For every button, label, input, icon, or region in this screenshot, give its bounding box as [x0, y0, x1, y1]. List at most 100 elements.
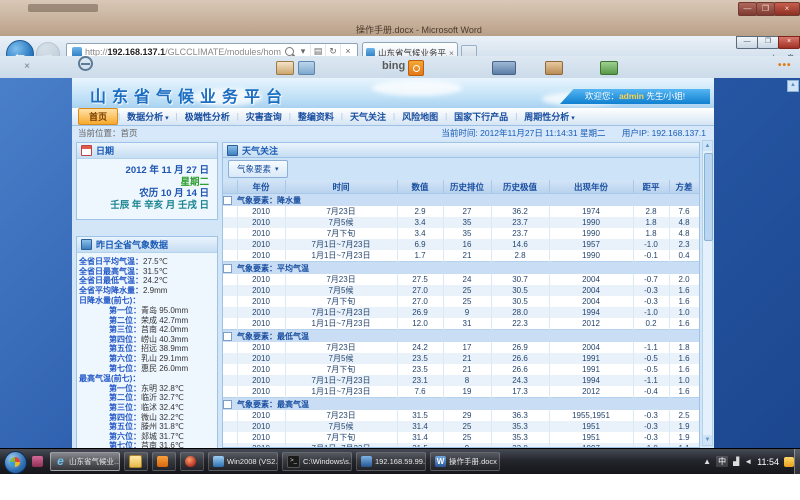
nav-item-6[interactable]: 风险地图: [395, 108, 445, 125]
nav-item-3[interactable]: 灾害查询: [239, 108, 289, 125]
row-checkbox-cell: [223, 206, 237, 217]
word-maximize-button[interactable]: ❐: [756, 2, 775, 16]
ime-indicator[interactable]: 中: [716, 456, 728, 467]
table-row[interactable]: 20107月1日~7月23日23.1824.31994-1.11.0: [223, 375, 699, 386]
taskbar-button-folder[interactable]: [124, 452, 148, 471]
mail-addon-icon[interactable]: [298, 61, 315, 75]
pinned-app-icon[interactable]: [32, 456, 43, 467]
scrollbar-down-icon[interactable]: ▼: [703, 435, 712, 445]
rank-value: 青岛 95.0mm: [141, 306, 188, 315]
taskbar-clock[interactable]: 11:54: [757, 457, 779, 467]
tray-caret-icon[interactable]: ▲: [703, 457, 711, 466]
group-row[interactable]: 气象要素：最高气温: [223, 398, 699, 411]
table-row[interactable]: 20107月23日2.92736.219742.87.6: [223, 206, 699, 217]
puzzle-addon-icon[interactable]: [600, 61, 618, 75]
group-row[interactable]: 气象要素：降水量: [223, 194, 699, 207]
word-window-titlebar: 操作手册.docx - Microsoft Word — ❐ ×: [0, 0, 800, 36]
table-cell: 1.0: [669, 307, 699, 318]
taskbar-button-app[interactable]: [152, 452, 176, 471]
contacts-addon-icon[interactable]: [545, 61, 563, 75]
bing-search-icon[interactable]: [408, 60, 424, 76]
nav-item-8[interactable]: 周期性分析▾: [517, 108, 582, 125]
table-cell: 2010: [237, 375, 285, 386]
nav-item-5[interactable]: 天气关注: [343, 108, 393, 125]
more-options-dots-icon[interactable]: •••: [778, 60, 792, 71]
date-panel: 日期 2012 年 11 月 27 日 星期二 农历 10 月 14 日 壬辰 …: [76, 142, 218, 220]
nav-item-0[interactable]: 首页: [78, 108, 118, 125]
table-cell: -0.4: [633, 386, 669, 398]
nav-item-1[interactable]: 数据分析▾: [120, 108, 176, 125]
start-button[interactable]: [4, 451, 27, 474]
scrollbar-thumb[interactable]: [704, 153, 713, 241]
browser-minimize-button[interactable]: —: [736, 36, 758, 49]
rank-label: 第一位：: [109, 384, 141, 393]
table-row[interactable]: 20101月1日~7月23日12.03122.320120.21.6: [223, 318, 699, 330]
table-cell: 35.3: [491, 421, 549, 432]
rank-value: 微山 32.2℃: [141, 413, 184, 422]
table-row[interactable]: 20107月1日~7月23日6.91614.61957-1.02.3: [223, 239, 699, 250]
table-cell: 2012: [549, 318, 633, 330]
rank-section-title: 日降水量(前七)：: [79, 296, 215, 306]
expand-checkbox-icon[interactable]: [223, 400, 232, 409]
word-close-button[interactable]: ×: [774, 2, 800, 16]
table-row[interactable]: 20107月23日27.52430.72004-0.72.0: [223, 274, 699, 285]
element-dropdown-button[interactable]: 气象要素 ▾: [228, 160, 288, 178]
rank-label: 第六位：: [109, 432, 141, 441]
table-cell: -0.7: [633, 274, 669, 285]
browser-maximize-button[interactable]: ❐: [757, 36, 779, 49]
nav-item-7[interactable]: 国家下行产品: [447, 108, 515, 125]
table-row[interactable]: 20107月下旬27.02530.52004-0.31.6: [223, 296, 699, 307]
table-row[interactable]: 20107月5候23.52126.61991-0.51.6: [223, 353, 699, 364]
table-row[interactable]: 20107月5候3.43523.719901.84.8: [223, 217, 699, 228]
toolbar-close-icon[interactable]: ×: [20, 60, 34, 74]
expand-checkbox-icon[interactable]: [223, 264, 232, 273]
taskbar-button-cmd[interactable]: >_C:\Windows\s...: [282, 452, 352, 471]
content-scrollbar[interactable]: ▲ ▼: [702, 140, 713, 446]
show-desktop-button[interactable]: [794, 449, 800, 475]
table-row[interactable]: 20107月23日31.52936.31955,1951-0.32.5: [223, 410, 699, 421]
nav-item-4[interactable]: 整编资料: [291, 108, 341, 125]
table-row[interactable]: 20107月5候31.42535.31951-0.31.9: [223, 421, 699, 432]
url-text[interactable]: http://192.168.137.1/GLCCLIMATE/modules/…: [85, 47, 281, 57]
nav-item-2[interactable]: 极端性分析: [178, 108, 237, 125]
rdp-icon: [361, 456, 372, 467]
volume-icon[interactable]: ◄: [744, 457, 752, 466]
expand-checkbox-icon[interactable]: [223, 196, 232, 205]
table-cell: 2004: [549, 342, 633, 353]
notification-icon[interactable]: [784, 457, 794, 467]
table-row[interactable]: 20107月下旬3.43523.719901.84.8: [223, 228, 699, 239]
rank-value: 惠民 26.0mm: [141, 364, 188, 373]
group-row[interactable]: 气象要素：平均气温: [223, 262, 699, 275]
table-row[interactable]: 20107月下旬23.52126.61991-0.51.6: [223, 364, 699, 375]
blocked-circle-icon[interactable]: [78, 56, 93, 71]
page-header: 山东省气候业务平台 欢迎您：admin 先生/小姐!: [72, 78, 714, 108]
table-cell: 2010: [237, 353, 285, 364]
bing-logo[interactable]: bing: [382, 60, 405, 72]
column-header: 年份: [237, 180, 285, 194]
scrollbar-up-icon[interactable]: ▲: [703, 141, 712, 151]
table-row[interactable]: 20107月23日24.21726.92004-1.11.8: [223, 342, 699, 353]
camera-addon-icon[interactable]: [492, 61, 516, 75]
taskbar-button-rdp[interactable]: 192.168.59.99...: [356, 452, 426, 471]
table-row[interactable]: 20101月1日~7月23日7.61917.32012-0.41.6: [223, 386, 699, 398]
table-row[interactable]: 20101月1日~7月23日1.7212.81990-0.10.4: [223, 250, 699, 262]
network-icon[interactable]: ▟: [733, 457, 739, 466]
taskbar-button-media[interactable]: [180, 452, 204, 471]
group-expander-cell: [223, 330, 237, 343]
table-cell: 25: [443, 432, 491, 443]
taskbar-button-word[interactable]: W操作手册.docx ...: [430, 452, 500, 471]
table-row[interactable]: 20107月下旬31.42535.31951-0.31.9: [223, 432, 699, 443]
rank-label: 第二位：: [109, 393, 141, 402]
table-cell: 23.7: [491, 228, 549, 239]
group-row[interactable]: 气象要素：最低气温: [223, 330, 699, 343]
scroll-up-arrow-icon[interactable]: ▲: [787, 80, 799, 92]
taskbar-button-vm[interactable]: Win2008 (VS2...: [208, 452, 278, 471]
word-minimize-button[interactable]: —: [738, 2, 757, 16]
table-row[interactable]: 20107月1日~7月23日26.9928.01994-1.01.0: [223, 307, 699, 318]
browser-close-button[interactable]: ×: [778, 36, 800, 49]
expand-checkbox-icon[interactable]: [223, 332, 232, 341]
table-row[interactable]: 20107月5候27.02530.52004-0.31.6: [223, 285, 699, 296]
taskbar-button-ie[interactable]: e山东省气候业...: [50, 452, 120, 471]
search-icon[interactable]: [285, 47, 294, 56]
cards-addon-icon[interactable]: [276, 61, 294, 75]
